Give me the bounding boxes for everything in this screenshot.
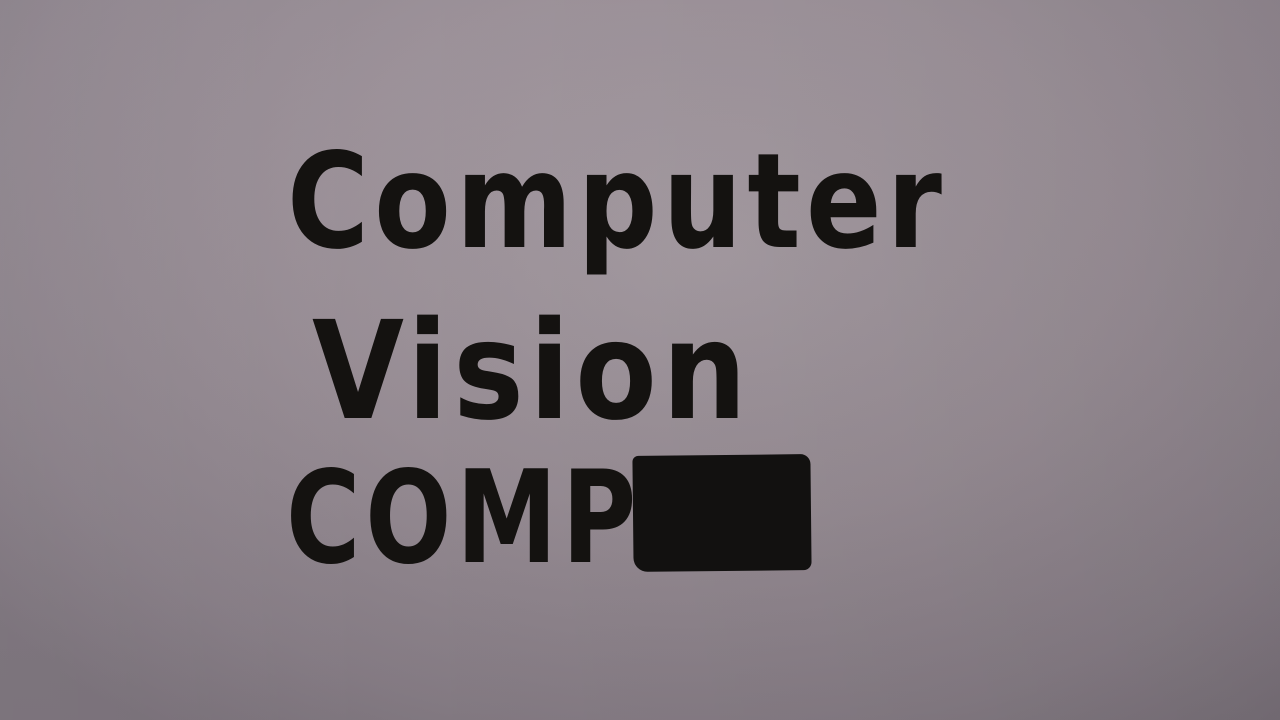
line-comp: COMP [286, 444, 641, 593]
line-computer: Computer [287, 125, 947, 279]
line-vision: Vision [312, 293, 752, 451]
handwritten-text: Computer Vision COMP [286, 125, 947, 593]
redaction-block [632, 454, 812, 572]
